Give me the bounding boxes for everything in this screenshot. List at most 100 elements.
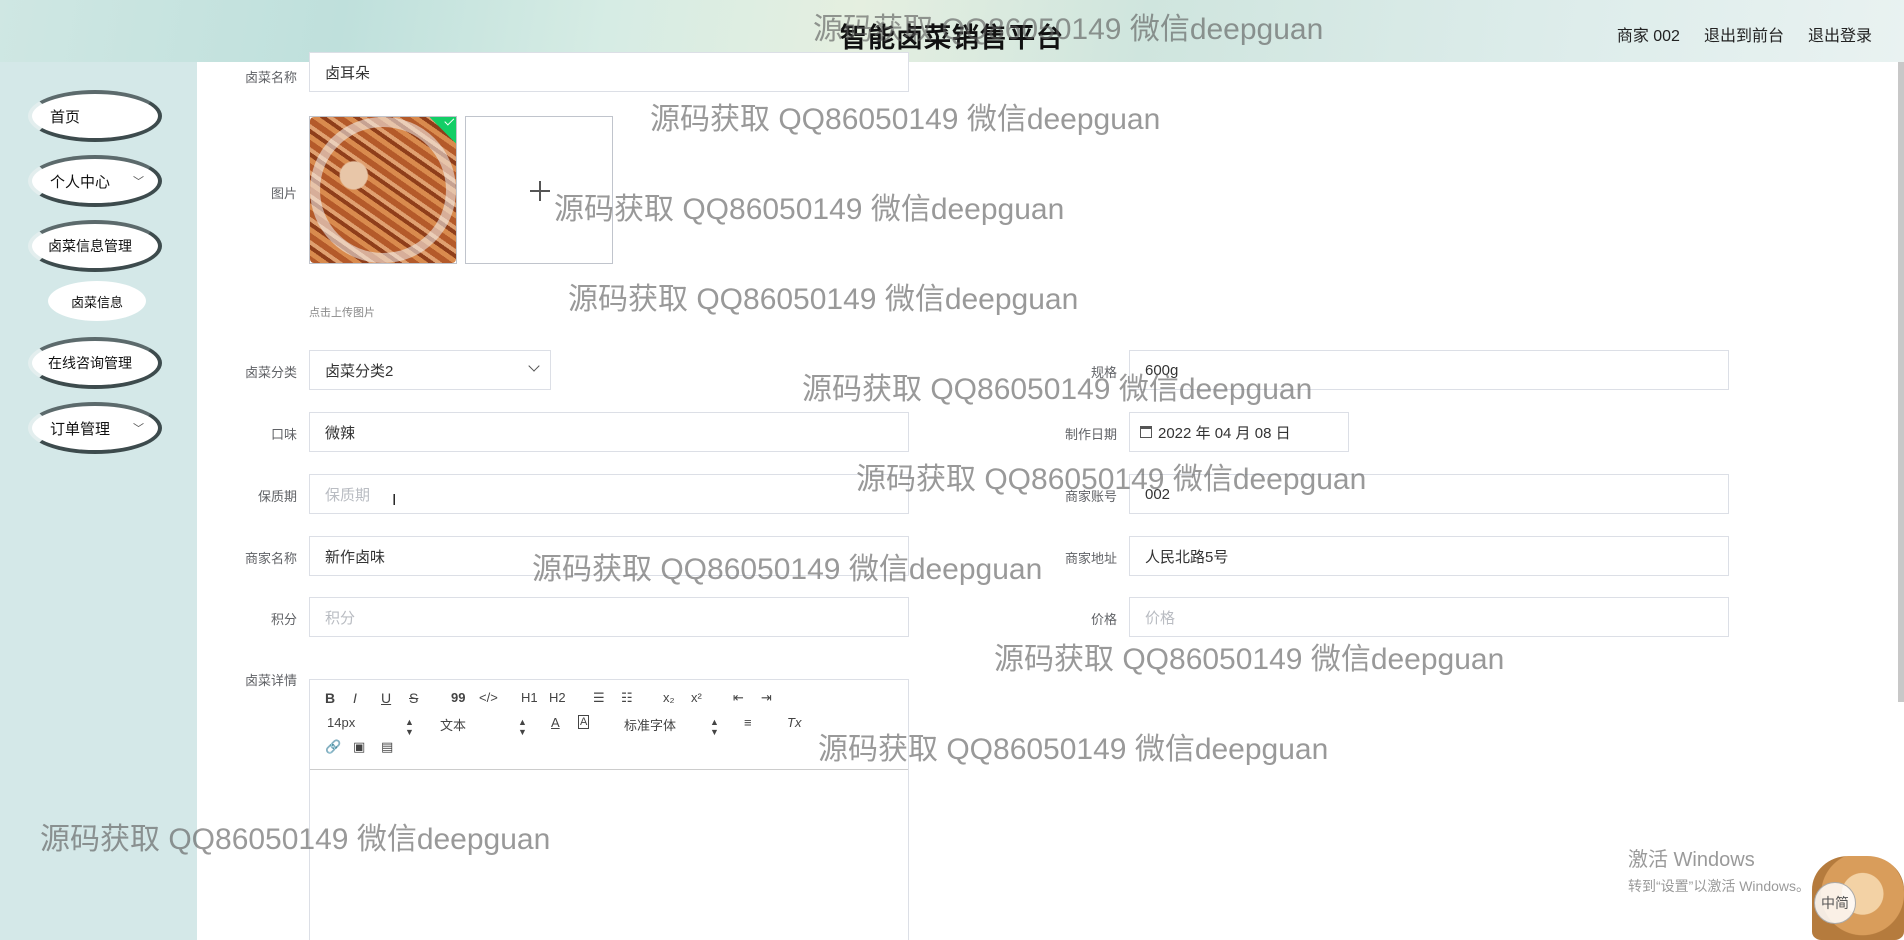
spec-label: 规格 (1090, 365, 1117, 380)
merchant-addr-label: 商家地址 (1064, 551, 1117, 566)
font-size-select[interactable]: 14px ▲ ▼ (327, 715, 417, 737)
watermark: 源码获取 QQ86050149 微信deepguan (554, 193, 1065, 226)
underline-button[interactable]: U (381, 690, 391, 706)
font-size-value: 14px (327, 715, 356, 730)
bold-button[interactable]: B (325, 690, 335, 706)
font-family-value: 标准字体 (624, 718, 677, 733)
date-label: 制作日期 (1064, 427, 1117, 442)
outdent-icon[interactable]: ⇤ (733, 690, 744, 706)
sidebar-item-label: 订单管理 (50, 420, 111, 438)
select-arrows-icon: ▲ ▼ (405, 717, 414, 737)
bullet-list-icon[interactable]: ☷ (621, 690, 633, 706)
date-picker[interactable]: 2022 年 04 月 08 日 (1129, 412, 1349, 452)
superscript-button[interactable]: x² (691, 690, 702, 705)
merchant-name-input[interactable]: 新作卤味 (309, 536, 909, 576)
clean-format-button[interactable]: Tx (787, 715, 801, 730)
category-value: 卤菜分类2 (325, 362, 394, 380)
chevron-down-icon (528, 360, 540, 372)
shelf-input[interactable]: 保质期 (309, 474, 909, 514)
price-label: 价格 (1090, 612, 1117, 627)
merchant-name-value: 新作卤味 (325, 548, 386, 566)
shelf-label: 保质期 (257, 489, 297, 504)
sidebar-item-label: 首页 (50, 108, 81, 126)
h1-button[interactable]: H1 (521, 690, 538, 705)
category-select[interactable]: 卤菜分类2 (309, 350, 551, 390)
merchant-account-input[interactable]: 002 (1129, 474, 1729, 514)
chevron-down-icon: ﹀ (133, 423, 144, 435)
name-value: 卤耳朵 (325, 64, 371, 82)
price-input[interactable]: 价格 (1129, 597, 1729, 637)
video-icon[interactable]: ▤ (381, 739, 393, 755)
taste-value: 微辣 (325, 424, 356, 442)
add-image-button[interactable] (465, 116, 613, 264)
sidebar-item-profile[interactable]: 个人中心 ﹀ (28, 155, 162, 207)
text-cursor-icon: I (392, 492, 397, 509)
spec-value: 600g (1145, 361, 1179, 379)
sidebar-item-home[interactable]: 首页 (28, 90, 162, 142)
user-link[interactable]: 商家 002 (1617, 22, 1680, 46)
blockquote-button[interactable]: 99 (451, 690, 465, 705)
h2-button[interactable]: H2 (549, 690, 566, 705)
editor-content[interactable] (310, 770, 908, 940)
taste-label: 口味 (270, 427, 297, 442)
rich-text-editor: B I U S 99 </> H1 H2 ☰ ☷ x₂ x² ⇤ ⇥ 14px … (309, 679, 909, 940)
merchant-account-label: 商家账号 (1064, 489, 1117, 504)
editor-toolbar: B I U S 99 </> H1 H2 ☰ ☷ x₂ x² ⇤ ⇥ 14px … (310, 680, 908, 770)
calendar-icon (1140, 426, 1152, 438)
sidebar-item-label: 个人中心 (50, 173, 111, 191)
select-arrows-icon: ▲ ▼ (518, 717, 527, 737)
image-icon[interactable]: ▣ (353, 739, 365, 755)
indent-icon[interactable]: ⇥ (761, 690, 772, 706)
sidebar-item-consult-management[interactable]: 在线咨询管理 (28, 337, 162, 389)
merchant-account-value: 002 (1145, 485, 1171, 503)
windows-activation: 激活 Windows 转到“设置”以激活 Windows。 (1628, 843, 1810, 896)
link-icon[interactable]: 🔗 (325, 739, 341, 755)
strike-button[interactable]: S (409, 690, 418, 706)
upload-tip: 点击上传图片 (309, 307, 375, 319)
code-button[interactable]: </> (479, 690, 498, 705)
ime-indicator[interactable]: 中简 (1814, 882, 1856, 924)
sidebar-item-label: 在线咨询管理 (48, 355, 132, 371)
merchant-name-label: 商家名称 (244, 551, 297, 566)
ordered-list-icon[interactable]: ☰ (593, 690, 605, 706)
shelf-placeholder: 保质期 (325, 486, 371, 504)
watermark: 源码获取 QQ86050149 微信deepguan (650, 103, 1161, 136)
select-arrows-icon: ▲ ▼ (710, 717, 719, 737)
category-label: 卤菜分类 (244, 365, 297, 380)
watermark: 源码获取 QQ86050149 微信deepguan (994, 643, 1505, 676)
price-placeholder: 价格 (1145, 609, 1176, 627)
font-family-select[interactable]: 标准字体 ▲ ▼ (624, 715, 724, 737)
name-label: 卤菜名称 (244, 70, 297, 85)
date-value: 2022 年 04 月 08 日 (1158, 424, 1291, 442)
header-nav: 商家 002 退出到前台 退出登录 (1617, 22, 1872, 46)
font-color-button[interactable]: A (551, 715, 560, 730)
sidebar-item-orders[interactable]: 订单管理 ﹀ (28, 402, 162, 454)
sidebar-item-label: 卤菜信息 (70, 294, 123, 310)
name-input[interactable]: 卤耳朵 (309, 52, 909, 92)
top-header: 智能卤菜销售平台 商家 002 退出到前台 退出登录 (0, 0, 1904, 62)
background-color-button[interactable]: A (578, 715, 590, 729)
page-scrollbar[interactable] (1898, 62, 1904, 702)
image-label: 图片 (270, 186, 297, 201)
sidebar-subitem-dish-info[interactable]: 卤菜信息 (48, 281, 146, 321)
sidebar-item-label: 卤菜信息管理 (48, 238, 132, 254)
sidebar-item-dish-management[interactable]: 卤菜信息管理 (28, 220, 162, 272)
header-select-value: 文本 (440, 718, 467, 733)
watermark: 源码获取 QQ86050149 微信deepguan (568, 283, 1079, 316)
header-select[interactable]: 文本 ▲ ▼ (440, 715, 530, 737)
align-icon[interactable]: ≡ (744, 715, 752, 730)
merchant-addr-input[interactable]: 人民北路5号 (1129, 536, 1729, 576)
logout-link[interactable]: 退出登录 (1808, 22, 1872, 46)
taste-input[interactable]: 微辣 (309, 412, 909, 452)
front-link[interactable]: 退出到前台 (1704, 22, 1784, 46)
uploaded-image[interactable] (309, 116, 457, 264)
activation-title: 激活 Windows (1628, 849, 1755, 871)
italic-button[interactable]: I (353, 690, 357, 706)
subscript-button[interactable]: x₂ (663, 690, 675, 705)
points-label: 积分 (270, 612, 297, 627)
activation-subtitle: 转到“设置”以激活 Windows。 (1628, 878, 1811, 894)
chevron-down-icon: ﹀ (133, 176, 144, 188)
points-input[interactable]: 积分 (309, 597, 909, 637)
spec-input[interactable]: 600g (1129, 350, 1729, 390)
detail-label: 卤菜详情 (244, 673, 297, 688)
